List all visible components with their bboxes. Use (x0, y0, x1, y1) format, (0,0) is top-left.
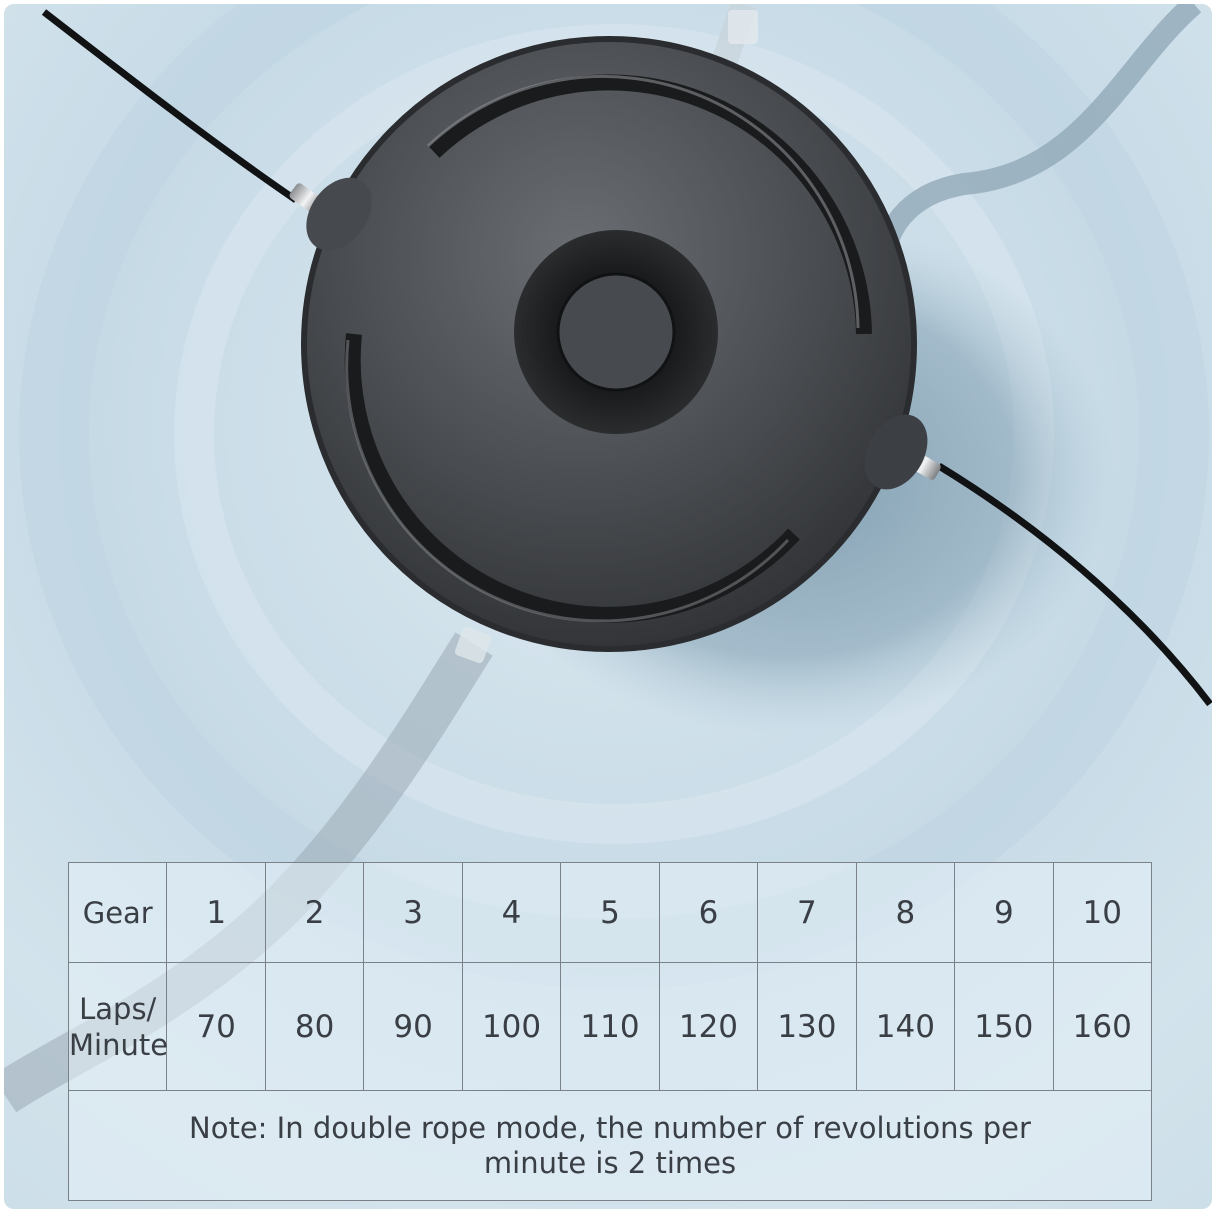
cable-ferrule-top (728, 10, 758, 44)
laps-label-line2: Minute (69, 1027, 169, 1062)
gear-value: 2 (264, 862, 365, 963)
table-row-note: Note: In double rope mode, the number of… (68, 1090, 1152, 1201)
laps-value: 70 (166, 962, 266, 1091)
gear-value: 10 (1052, 862, 1153, 963)
laps-label: Laps/ Minute (67, 962, 169, 1091)
gear-value: 7 (757, 862, 857, 963)
gear-value: 6 (658, 862, 759, 963)
gear-value: 1 (166, 862, 266, 963)
gear-value: 3 (363, 862, 463, 963)
laps-value: 140 (855, 962, 956, 1091)
gear-speed-table-container: Gear 1 2 3 4 5 6 7 8 9 10 Laps/ Minute 7… (67, 862, 1153, 1201)
table-row-gear: Gear 1 2 3 4 5 6 7 8 9 10 (67, 862, 1153, 963)
gear-label: Gear (67, 862, 168, 963)
laps-value: 100 (461, 962, 562, 1091)
product-photo-frame: Gear 1 2 3 4 5 6 7 8 9 10 Laps/ Minute 7… (4, 4, 1212, 1209)
laps-value: 130 (757, 962, 857, 1091)
laps-value: 160 (1052, 962, 1153, 1091)
laps-label-line1: Laps/ (79, 991, 157, 1026)
gear-value: 9 (954, 862, 1054, 963)
laps-value: 150 (954, 962, 1054, 1091)
laps-value: 90 (363, 962, 463, 1091)
laps-value: 120 (658, 962, 759, 1091)
laps-value: 80 (264, 962, 365, 1091)
gear-speed-table: Gear 1 2 3 4 5 6 7 8 9 10 Laps/ Minute 7… (67, 862, 1153, 1201)
note-text: Note: In double rope mode, the number of… (68, 1090, 1152, 1201)
gear-value: 4 (461, 862, 562, 963)
gear-value: 5 (560, 862, 660, 963)
laps-value: 110 (560, 962, 660, 1091)
gear-value: 8 (855, 862, 956, 963)
table-row-laps: Laps/ Minute 70 80 90 100 110 120 130 14… (67, 962, 1153, 1091)
